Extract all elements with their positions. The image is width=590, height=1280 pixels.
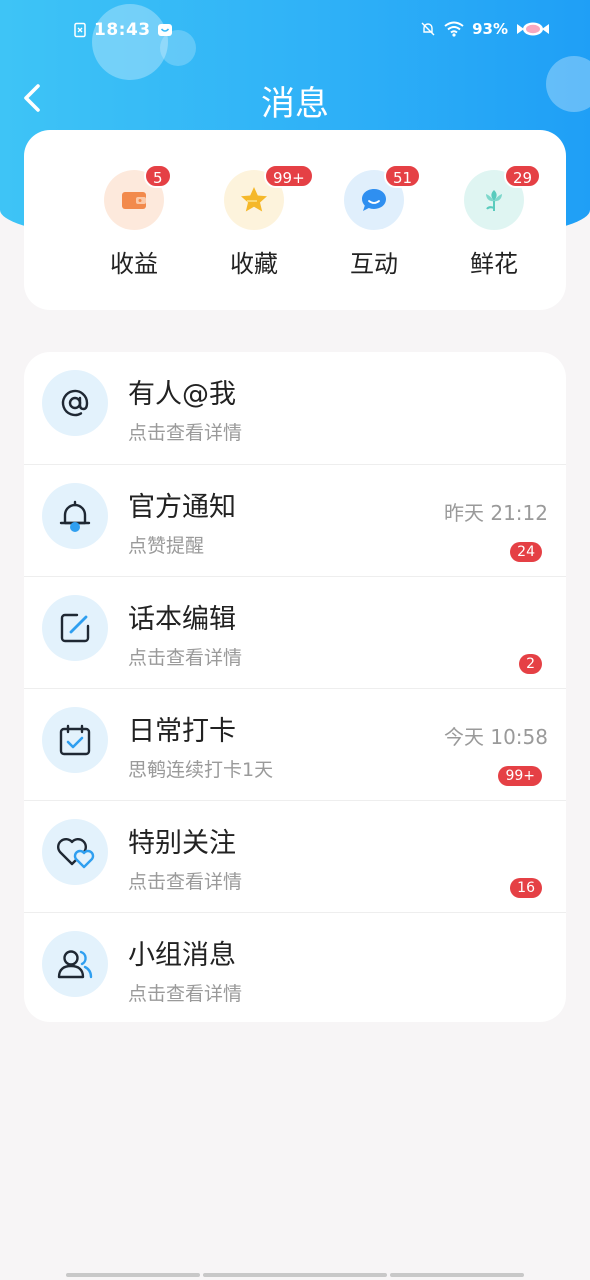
list-item-subtitle: 思鹌连续打卡1天 (128, 759, 274, 781)
badge-count: 51 (384, 164, 422, 188)
list-item-official-notice[interactable]: 官方通知 点赞提醒 昨天 21:12 24 (24, 464, 566, 576)
category-card: 5 收益 99+ 收藏 51 互动 29 鲜花 (24, 130, 566, 310)
flower-icon (486, 190, 502, 211)
wallet-icon (122, 192, 146, 209)
list-item-time: 昨天 21:12 (444, 501, 548, 525)
gesture-bar (66, 1273, 200, 1277)
list-item-subtitle: 点击查看详情 (128, 983, 243, 1005)
hearts-icon (57, 838, 95, 869)
list-item-group-messages[interactable]: 小组消息 点击查看详情 (24, 912, 566, 1022)
badge-count: 99+ (264, 164, 314, 188)
badge-count: 29 (504, 164, 542, 188)
sim-icon (74, 22, 86, 38)
category-income[interactable]: 5 收益 (84, 164, 184, 279)
notification-app-icon (157, 24, 172, 36)
list-item-title: 有人@我 (128, 379, 236, 410)
category-label: 鲜花 (470, 250, 518, 278)
gesture-bar (203, 1273, 387, 1277)
list-item-subtitle: 点击查看详情 (128, 871, 243, 893)
wifi-icon (444, 21, 464, 37)
bell-icon (59, 500, 91, 532)
mute-bell-icon (421, 22, 435, 36)
at-sign-icon (61, 389, 89, 417)
unread-badge: 16 (510, 878, 542, 898)
group-icon (57, 950, 93, 979)
list-item-daily-checkin[interactable]: 日常打卡 思鹌连续打卡1天 今天 10:58 99+ (24, 688, 566, 800)
list-item-subtitle: 点击查看详情 (128, 647, 243, 669)
category-label: 收益 (110, 250, 158, 278)
battery-level: 93% (472, 20, 508, 38)
status-time: 18:43 (94, 20, 151, 40)
candy-battery-icon (517, 22, 549, 36)
unread-badge: 99+ (498, 766, 542, 786)
gesture-bar (390, 1273, 524, 1277)
category-label: 收藏 (230, 250, 278, 278)
category-label: 互动 (350, 250, 398, 278)
message-list: 有人@我 点击查看详情 官方通知 点赞提醒 昨天 21:12 24 话本编辑 点… (24, 352, 566, 1022)
list-item-title: 特别关注 (128, 828, 236, 859)
list-item-title: 官方通知 (128, 492, 236, 523)
list-item-title: 话本编辑 (128, 604, 236, 635)
list-item-mentions[interactable]: 有人@我 点击查看详情 (24, 352, 566, 464)
category-interaction[interactable]: 51 互动 (324, 164, 424, 279)
page-title: 消息 (261, 84, 329, 124)
list-item-title: 小组消息 (128, 940, 236, 971)
edit-icon (60, 613, 90, 643)
unread-badge: 2 (519, 654, 542, 674)
list-item-script-editor[interactable]: 话本编辑 点击查看详情 2 (24, 576, 566, 688)
list-item-title: 日常打卡 (128, 716, 236, 747)
list-item-special-follow[interactable]: 特别关注 点击查看详情 16 (24, 800, 566, 912)
category-flowers[interactable]: 29 鲜花 (444, 164, 544, 279)
calendar-check-icon (59, 724, 91, 756)
chat-bubble-icon (362, 189, 386, 211)
unread-badge: 24 (510, 542, 542, 562)
star-icon (241, 187, 267, 212)
badge-count: 5 (144, 164, 172, 188)
status-bar: 18:43 93% (0, 14, 590, 50)
list-item-subtitle: 点击查看详情 (128, 422, 243, 444)
list-item-time: 今天 10:58 (444, 725, 548, 749)
list-item-subtitle: 点赞提醒 (128, 535, 205, 557)
category-favorites[interactable]: 99+ 收藏 (204, 164, 314, 279)
